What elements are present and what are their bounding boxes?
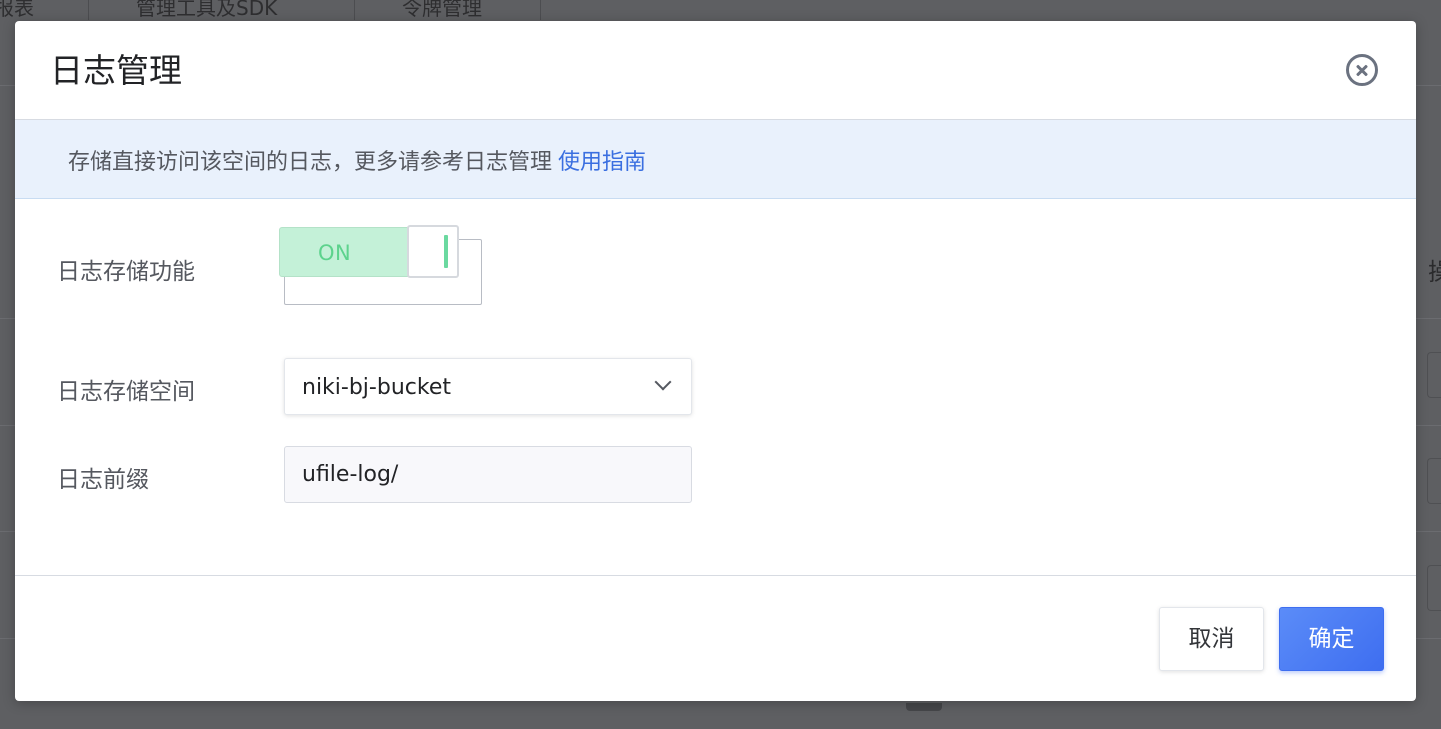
confirm-button[interactable]: 确定 xyxy=(1279,607,1384,671)
log-storage-label: 日志存储功能 xyxy=(57,259,195,285)
background-row-button xyxy=(1427,352,1441,398)
notice-text: 存储直接访问该空间的日志，更多请参考日志管理 使用指南 xyxy=(68,144,646,176)
usage-guide-link[interactable]: 使用指南 xyxy=(558,150,646,175)
background-tab: 管理工具及SDK xyxy=(136,0,278,20)
background-tab-bar: 报表 管理工具及SDK 令牌管理 xyxy=(0,0,1441,20)
notice-message: 存储直接访问该空间的日志，更多请参考日志管理 xyxy=(68,150,553,175)
log-prefix-input[interactable] xyxy=(284,446,692,503)
chevron-down-icon xyxy=(654,373,672,391)
close-icon[interactable] xyxy=(1346,54,1378,86)
toggle-grip-icon xyxy=(444,235,448,268)
cancel-button[interactable]: 取消 xyxy=(1159,607,1264,671)
background-tab-divider xyxy=(540,0,541,20)
log-bucket-select[interactable]: niki-bj-bucket xyxy=(284,358,692,415)
background-tab: 令牌管理 xyxy=(402,0,482,20)
dialog-title: 日志管理 xyxy=(50,51,182,90)
dialog-header: 日志管理 xyxy=(15,21,1416,120)
dialog-footer: 取消 确定 xyxy=(15,575,1416,701)
log-storage-toggle[interactable]: ON xyxy=(279,225,459,278)
background-row-button xyxy=(1427,565,1441,611)
background-tab-divider xyxy=(354,0,355,20)
background-tab-divider xyxy=(88,0,89,20)
log-management-dialog: 日志管理 存储直接访问该空间的日志，更多请参考日志管理 使用指南 日志存储功能 日… xyxy=(15,21,1416,701)
background-scroll-handle xyxy=(906,703,942,711)
background-column-header: 操 xyxy=(1428,258,1441,286)
log-bucket-value: niki-bj-bucket xyxy=(302,375,451,400)
log-prefix-label: 日志前缀 xyxy=(57,467,149,493)
toggle-knob[interactable] xyxy=(407,225,459,278)
toggle-state-label: ON xyxy=(318,241,352,265)
background-tab: 报表 xyxy=(0,0,34,20)
log-bucket-label: 日志存储空间 xyxy=(57,379,195,405)
info-notice: 存储直接访问该空间的日志，更多请参考日志管理 使用指南 xyxy=(15,120,1416,199)
background-row-button xyxy=(1427,458,1441,504)
